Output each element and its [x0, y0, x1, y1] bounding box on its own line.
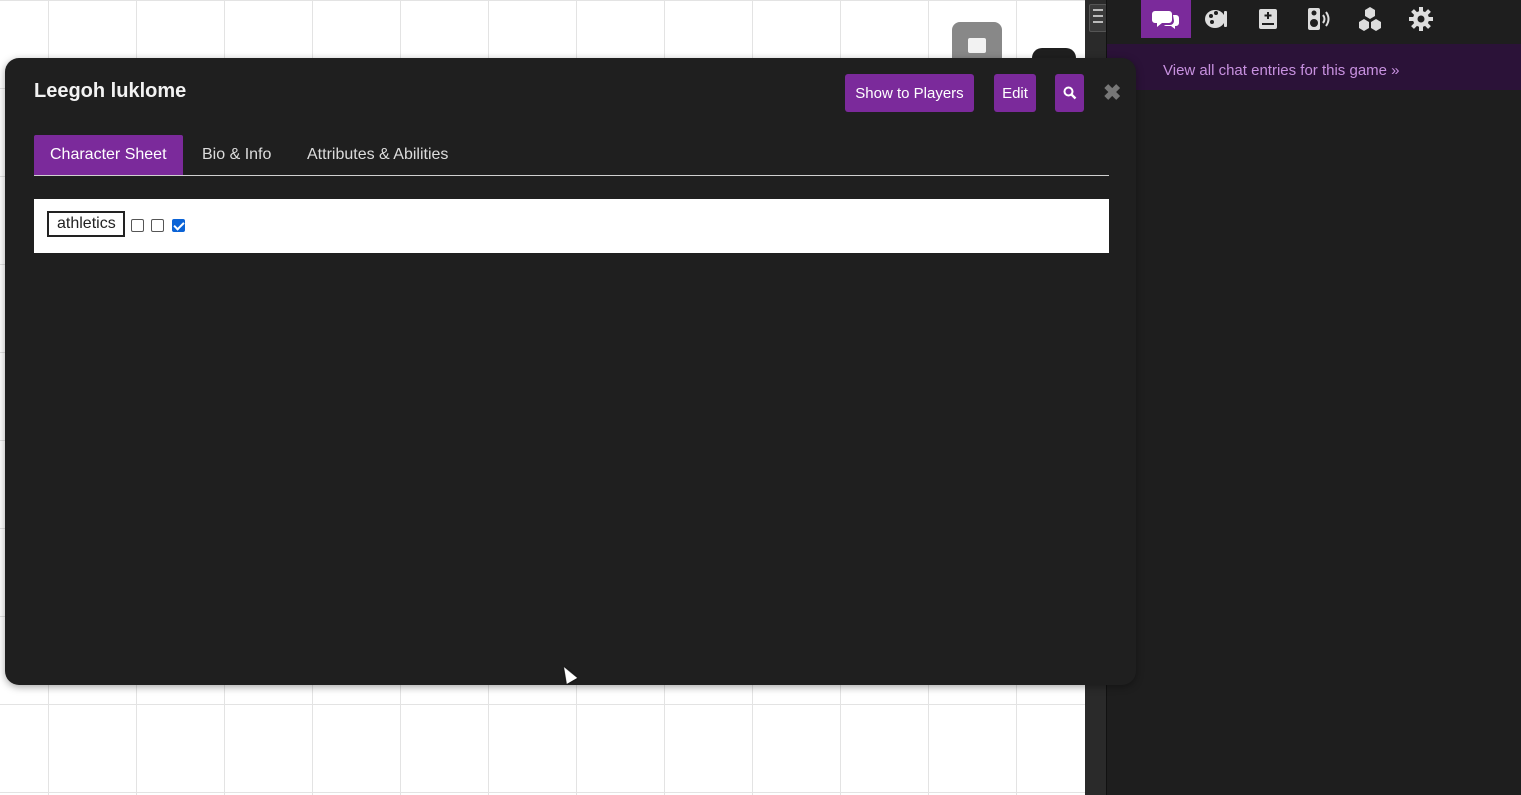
- journal-tab[interactable]: [1243, 0, 1293, 38]
- sidebar-collapse-handle[interactable]: [1089, 4, 1107, 32]
- character-sheet-dialog: Leegoh luklome Show to Players Edit ✖ Ch…: [5, 58, 1136, 685]
- search-button[interactable]: [1055, 74, 1084, 112]
- collections-icon: [1359, 7, 1381, 31]
- journal-icon: [1259, 9, 1277, 29]
- athletics-label: athletics: [47, 211, 125, 237]
- chat-archive-banner: View all chat entries for this game »: [1107, 44, 1521, 90]
- jukebox-tab[interactable]: [1294, 0, 1344, 38]
- athletics-checkbox-2[interactable]: [151, 219, 164, 232]
- settings-icon: [1409, 7, 1433, 31]
- art-library-tab[interactable]: [1192, 0, 1242, 38]
- collections-tab[interactable]: [1345, 0, 1395, 38]
- search-icon: [1063, 86, 1076, 100]
- chat-icon: [1152, 11, 1179, 29]
- jukebox-icon: [1308, 8, 1330, 30]
- athletics-checkbox-1[interactable]: [131, 219, 144, 232]
- athletics-checkbox-3[interactable]: [172, 219, 185, 232]
- character-sheet-content: athletics: [34, 199, 1109, 253]
- layer-icon: [968, 38, 986, 53]
- tab-attributes-abilities[interactable]: Attributes & Abilities: [307, 135, 448, 175]
- show-to-players-button[interactable]: Show to Players: [845, 74, 974, 112]
- sidebar-tabs: [1141, 0, 1447, 38]
- settings-tab[interactable]: [1396, 0, 1446, 38]
- tab-bio-info[interactable]: Bio & Info: [202, 135, 271, 175]
- right-sidebar: View all chat entries for this game »: [1106, 0, 1521, 795]
- edit-button[interactable]: Edit: [994, 74, 1036, 112]
- art-library-icon: [1205, 10, 1227, 28]
- tab-character-sheet[interactable]: Character Sheet: [34, 135, 183, 175]
- dialog-tabs: Character Sheet Bio & Info Attributes & …: [34, 135, 1109, 176]
- dialog-title: Leegoh luklome: [34, 80, 187, 102]
- view-all-chat-link[interactable]: View all chat entries for this game »: [1163, 62, 1400, 79]
- chat-tab[interactable]: [1141, 0, 1191, 38]
- close-icon[interactable]: ✖: [1103, 80, 1121, 106]
